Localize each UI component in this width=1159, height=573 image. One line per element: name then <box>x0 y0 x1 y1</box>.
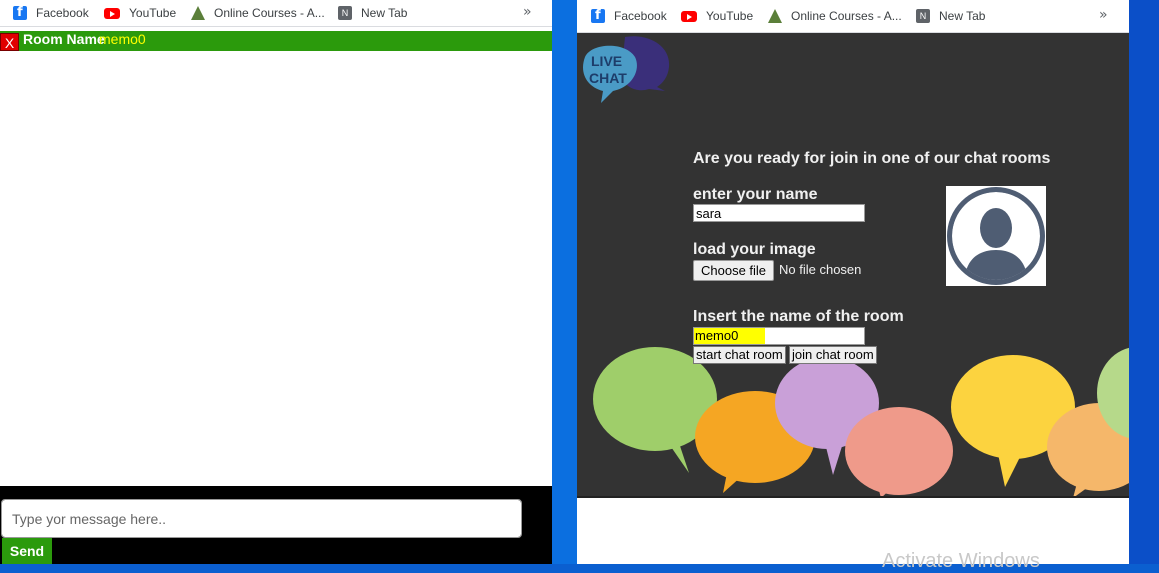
page-title: Are you ready for join in one of our cha… <box>693 150 1051 167</box>
bookmark-label: YouTube <box>706 9 754 23</box>
desktop-background <box>552 0 577 564</box>
bookmark-label: YouTube <box>129 6 177 20</box>
logo-text-chat: CHAT <box>589 70 627 86</box>
chat-room-window: Facebook YouTube Online Courses - A... N… <box>0 0 552 564</box>
online-courses-icon <box>768 9 782 23</box>
join-form-panel: LIVE CHAT Are you ready for join in one … <box>577 33 1129 498</box>
send-button[interactable]: Send <box>2 538 52 564</box>
choose-file-button[interactable]: Choose file <box>693 260 775 281</box>
windows-activation-watermark: Activate Windows <box>882 550 1040 572</box>
bookmarks-more-chevron-icon[interactable]: » <box>1099 7 1108 23</box>
bookmarks-bar: Facebook YouTube Online Courses - A... N… <box>0 0 552 27</box>
bookmark-facebook[interactable]: Facebook <box>591 7 667 25</box>
bookmark-youtube[interactable]: YouTube <box>681 7 753 25</box>
bookmark-facebook[interactable]: Facebook <box>13 4 89 22</box>
youtube-icon <box>681 10 697 22</box>
room-name-value: memo0 <box>99 31 146 47</box>
message-input[interactable] <box>1 499 522 538</box>
file-status-text: No file chosen <box>779 262 862 277</box>
bookmark-label: Facebook <box>36 6 89 20</box>
youtube-icon <box>104 7 120 19</box>
bookmark-label: Online Courses - A... <box>214 6 325 20</box>
live-chat-logo: LIVE CHAT <box>583 36 670 103</box>
bookmark-label: New Tab <box>939 9 986 23</box>
facebook-icon <box>591 8 605 23</box>
avatar-placeholder-icon <box>946 186 1046 286</box>
name-input[interactable] <box>693 204 865 222</box>
start-chat-room-button[interactable]: start chat room <box>693 346 786 364</box>
join-chat-room-button[interactable]: join chat room <box>789 346 877 364</box>
room-name-value: memo0 <box>694 328 765 344</box>
facebook-icon <box>13 5 27 20</box>
bookmark-new-tab[interactable]: N New Tab <box>916 7 985 25</box>
image-label: load your image <box>693 241 816 258</box>
online-courses-icon <box>191 6 205 20</box>
new-tab-icon: N <box>338 6 352 20</box>
logo-text-live: LIVE <box>591 53 622 69</box>
bookmark-label: Online Courses - A... <box>791 9 902 23</box>
bookmark-label: Facebook <box>614 9 667 23</box>
room-name-input[interactable]: memo0 <box>693 327 865 345</box>
bookmark-online-courses[interactable]: Online Courses - A... <box>768 7 902 25</box>
room-name-label: Room Name <box>23 31 105 47</box>
bookmark-youtube[interactable]: YouTube <box>104 4 176 22</box>
bookmark-label: New Tab <box>361 6 408 20</box>
bookmark-new-tab[interactable]: N New Tab <box>338 4 407 22</box>
new-tab-icon: N <box>916 9 930 23</box>
bookmark-online-courses[interactable]: Online Courses - A... <box>191 4 325 22</box>
room-name-label: Insert the name of the room <box>693 308 904 325</box>
name-label: enter your name <box>693 186 818 203</box>
bookmarks-more-chevron-icon[interactable]: » <box>523 4 532 20</box>
bookmarks-bar: Facebook YouTube Online Courses - A... N… <box>577 0 1129 33</box>
desktop-background <box>1129 0 1159 564</box>
close-room-button[interactable]: X <box>0 33 19 51</box>
